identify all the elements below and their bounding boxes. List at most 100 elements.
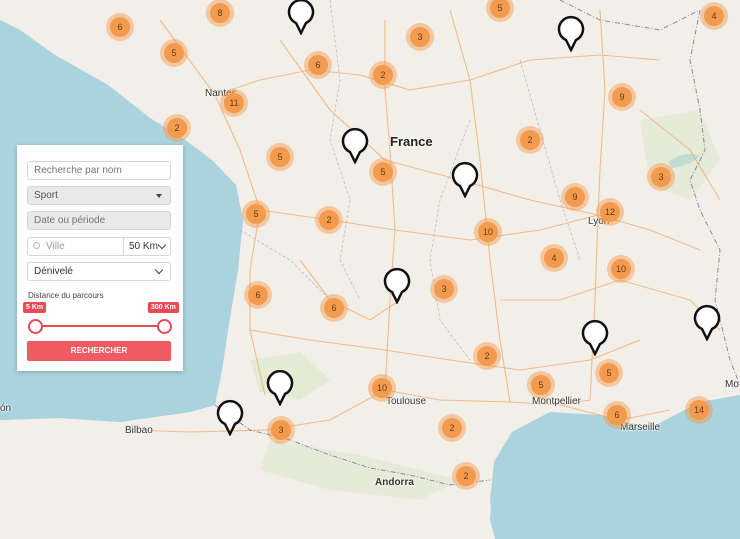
city-label-andorra: Andorra [375,477,414,488]
cluster-count: 6 [110,17,130,37]
cluster-marker[interactable]: 2 [315,206,343,234]
range-min-handle[interactable] [28,319,43,334]
search-filter-panel: Sport Ville 50 Km Dénivelé Distance du p… [17,145,183,371]
cluster-count: 8 [210,3,230,23]
cluster-marker[interactable]: 6 [320,294,348,322]
cluster-count: 3 [271,420,291,440]
range-min-badge: 5 Km [23,302,47,313]
cluster-marker[interactable]: 3 [406,23,434,51]
name-search-input[interactable] [27,161,171,180]
cluster-marker[interactable]: 5 [369,158,397,186]
city-label-edge-left: ón [0,403,12,414]
cluster-count: 2 [319,210,339,230]
elevation-label: Dénivelé [34,266,73,277]
cluster-count: 10 [611,259,631,279]
city-input[interactable]: Ville 50 Km [27,237,171,256]
cluster-count: 6 [607,405,627,425]
location-pin-icon[interactable] [287,0,315,35]
location-pin-icon[interactable] [581,318,609,356]
cluster-count: 4 [544,248,564,268]
location-target-icon [33,242,40,249]
cluster-count: 10 [372,378,392,398]
cluster-count: 9 [565,187,585,207]
map-view[interactable]: France Nantes Lyon Toulouse Montpellier … [0,0,740,539]
cluster-marker[interactable]: 9 [608,83,636,111]
caret-down-icon [156,194,162,198]
cluster-count: 14 [689,400,709,420]
cluster-marker[interactable]: 4 [700,2,728,30]
cluster-count: 2 [477,346,497,366]
cluster-marker[interactable]: 14 [685,396,713,424]
cluster-marker[interactable]: 10 [368,374,396,402]
location-pin-icon[interactable] [693,303,721,341]
radius-select[interactable]: 50 Km [123,238,171,255]
cluster-marker[interactable]: 3 [647,163,675,191]
cluster-count: 6 [324,298,344,318]
range-max-handle[interactable] [157,319,172,334]
location-pin-icon[interactable] [557,14,585,52]
cluster-marker[interactable]: 5 [160,39,188,67]
cluster-marker[interactable]: 12 [596,198,624,226]
cluster-count: 2 [167,118,187,138]
cluster-count: 5 [373,162,393,182]
cluster-marker[interactable]: 5 [595,359,623,387]
cluster-count: 3 [651,167,671,187]
cluster-count: 4 [704,6,724,26]
search-button[interactable]: RECHERCHER [27,341,171,361]
cluster-count: 5 [490,0,510,18]
cluster-count: 2 [442,418,462,438]
cluster-marker[interactable]: 9 [561,183,589,211]
cluster-marker[interactable]: 8 [206,0,234,27]
sport-select[interactable]: Sport [27,186,171,205]
cluster-marker[interactable]: 3 [430,275,458,303]
range-max-badge: 300 Km [148,302,179,313]
cluster-count: 2 [456,466,476,486]
location-pin-icon[interactable] [451,160,479,198]
cluster-marker[interactable]: 11 [220,89,248,117]
distance-range-label: Distance du parcours [28,291,104,300]
cluster-marker[interactable]: 6 [244,281,272,309]
cluster-marker[interactable]: 2 [473,342,501,370]
cluster-marker[interactable]: 5 [266,143,294,171]
location-pin-icon[interactable] [216,398,244,436]
cluster-marker[interactable]: 2 [369,61,397,89]
cluster-count: 3 [410,27,430,47]
sport-select-label: Sport [34,190,58,201]
cluster-marker[interactable]: 10 [607,255,635,283]
cluster-count: 10 [478,222,498,242]
cluster-count: 5 [164,43,184,63]
chevron-down-icon [157,240,167,250]
cluster-marker[interactable]: 10 [474,218,502,246]
cluster-count: 3 [434,279,454,299]
location-pin-icon[interactable] [341,126,369,164]
cluster-marker[interactable]: 3 [267,416,295,444]
date-period-input[interactable] [27,211,171,230]
cluster-count: 5 [246,204,266,224]
cluster-count: 9 [612,87,632,107]
cluster-marker[interactable]: 2 [438,414,466,442]
location-pin-icon[interactable] [266,368,294,406]
cluster-marker[interactable]: 6 [304,51,332,79]
cluster-marker[interactable]: 2 [163,114,191,142]
cluster-count: 5 [531,375,551,395]
cluster-count: 5 [599,363,619,383]
cluster-count: 11 [224,93,244,113]
cluster-marker[interactable]: 6 [106,13,134,41]
cluster-count: 5 [270,147,290,167]
cluster-count: 6 [248,285,268,305]
cluster-marker[interactable]: 2 [452,462,480,490]
cluster-marker[interactable]: 2 [516,126,544,154]
cluster-marker[interactable]: 4 [540,244,568,272]
range-track[interactable] [35,325,163,327]
cluster-marker[interactable]: 5 [242,200,270,228]
radius-value: 50 Km [129,241,158,252]
chevron-down-icon [154,265,164,275]
country-label: France [390,134,433,149]
city-placeholder: Ville [46,241,65,252]
city-label-bilbao: Bilbao [125,425,153,436]
cluster-marker[interactable]: 5 [527,371,555,399]
location-pin-icon[interactable] [383,266,411,304]
cluster-marker[interactable]: 6 [603,401,631,429]
elevation-select[interactable]: Dénivelé [27,262,171,281]
cluster-count: 6 [308,55,328,75]
